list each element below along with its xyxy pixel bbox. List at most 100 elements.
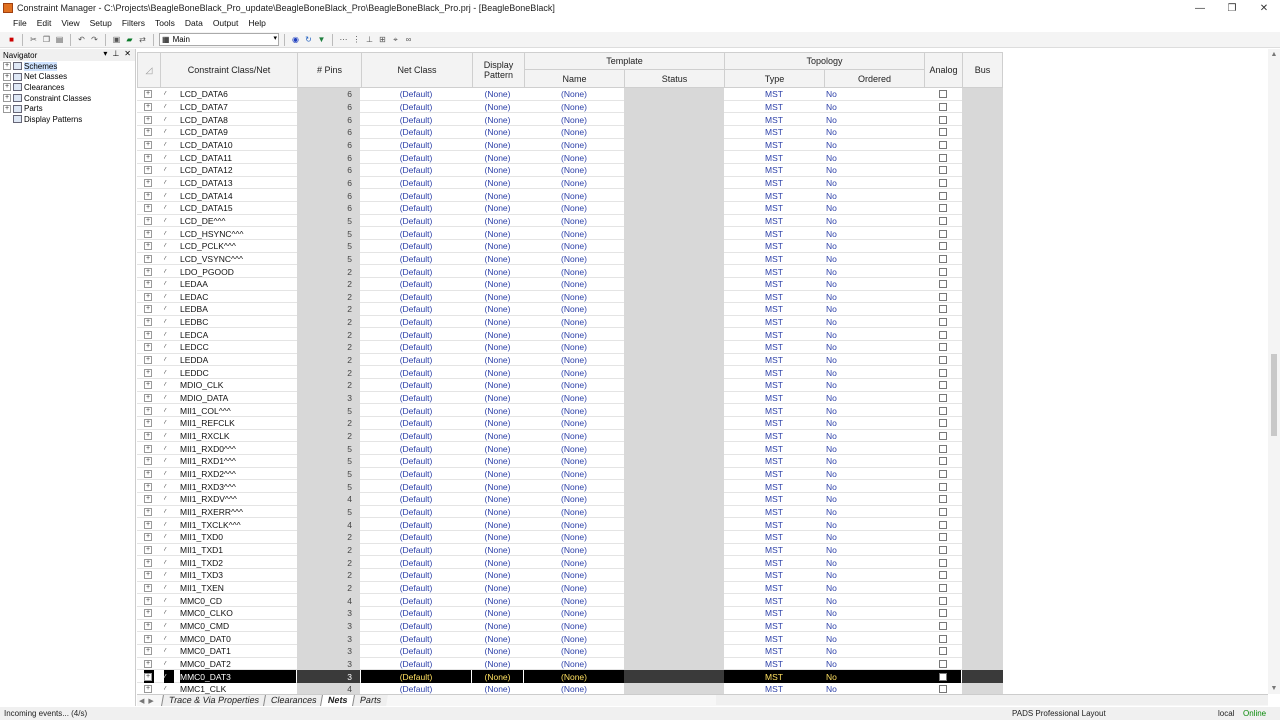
table-row[interactable]: + ⁄ MMC0_DAT2 3 (Default) (None) (None) MST No [137,657,1003,671]
template-name-cell[interactable]: (None) [524,658,624,671]
analog-checkbox[interactable] [938,558,947,567]
topology-ordered-cell[interactable]: No [824,430,924,443]
template-name-cell[interactable]: (None) [524,189,624,202]
analog-checkbox[interactable] [938,115,947,124]
analog-checkbox[interactable] [938,419,947,428]
net-name-cell[interactable]: MII1_RXCLK [180,430,296,443]
template-name-cell[interactable]: (None) [524,303,624,316]
display-pattern-cell[interactable]: (None) [472,291,523,304]
analog-cell[interactable] [924,480,961,493]
expand-row-cell[interactable]: + [144,164,154,177]
tree-icon[interactable]: ⊞ [377,34,388,45]
vertical-scrollbar[interactable]: ▲ ▼ [1268,49,1280,694]
expand-icon[interactable]: + [144,533,152,542]
paste-icon[interactable]: ▤ [54,34,65,45]
analog-cell[interactable] [924,683,961,694]
expand-icon[interactable]: + [144,470,152,479]
topology-ordered-cell[interactable]: No [824,645,924,658]
template-name-cell[interactable]: (None) [524,215,624,228]
topology-ordered-cell[interactable]: No [824,480,924,493]
table-row[interactable]: + ⁄ LEDBA 2 (Default) (None) (None) MST No [137,303,1003,316]
analog-cell[interactable] [924,253,961,266]
analog-cell[interactable] [924,468,961,481]
horizontal-scrollbar[interactable] [716,695,1268,705]
chevron-down-icon[interactable]: ▾ [103,49,107,58]
analog-checkbox[interactable] [938,318,947,327]
net-class-cell[interactable]: (Default) [361,189,471,202]
analog-cell[interactable] [924,658,961,671]
template-name-cell[interactable]: (None) [524,632,624,645]
expand-row-cell[interactable]: + [144,366,154,379]
analog-cell[interactable] [924,101,961,114]
net-name-cell[interactable]: MII1_TXCLK^^^ [180,518,296,531]
table-row[interactable]: + ⁄ MII1_TXD1 2 (Default) (None) (None) MST No [137,543,1003,557]
display-pattern-cell[interactable]: (None) [472,455,523,468]
table-row[interactable]: + ⁄ MII1_TXCLK^^^ 4 (Default) (None) (None) MST… [137,518,1003,531]
table-row[interactable]: + ⁄ MII1_TXD3 2 (Default) (None) (None) MST No [137,568,1003,582]
net-name-cell[interactable]: LEDAC [180,291,296,304]
expand-icon[interactable]: + [144,153,152,162]
expand-icon[interactable]: + [144,267,152,276]
topology-type-cell[interactable]: MST [724,291,824,304]
analog-cell[interactable] [924,455,961,468]
net-class-cell[interactable]: (Default) [361,177,471,190]
net-name-cell[interactable]: MMC0_CMD [180,620,296,633]
display-pattern-cell[interactable]: (None) [472,518,523,531]
navigator-item-net-classes[interactable]: + Net Classes [0,72,135,83]
template-name-cell[interactable]: (None) [524,227,624,240]
analog-checkbox[interactable] [938,444,947,453]
tab-scroll-right-icon[interactable]: ▶ [146,697,155,705]
topology-type-cell[interactable]: MST [724,240,824,253]
expand-icon[interactable]: + [3,62,11,71]
analog-checkbox[interactable] [938,495,947,504]
display-pattern-cell[interactable]: (None) [472,404,523,417]
expand-icon[interactable]: + [144,520,152,529]
display-pattern-cell[interactable]: (None) [472,227,523,240]
column-header-topology-type[interactable]: Type [724,69,825,88]
navigator-item-constraint-classes[interactable]: + Constraint Classes [0,93,135,104]
topology-type-cell[interactable]: MST [724,354,824,367]
topology-ordered-cell[interactable]: No [824,227,924,240]
template-name-cell[interactable]: (None) [524,392,624,405]
display-pattern-cell[interactable]: (None) [472,468,523,481]
display-pattern-cell[interactable]: (None) [472,328,523,341]
net-class-cell[interactable]: (Default) [361,392,471,405]
expand-row-cell[interactable]: + [144,493,154,506]
template-name-cell[interactable]: (None) [524,544,624,557]
topology-type-cell[interactable]: MST [724,417,824,430]
net-name-cell[interactable]: LEDDC [180,366,296,379]
template-name-cell[interactable]: (None) [524,594,624,607]
display-pattern-cell[interactable]: (None) [472,139,523,152]
expand-row-cell[interactable]: + [144,506,154,519]
expand-icon[interactable]: + [144,545,152,554]
tab-clearances[interactable]: Clearances [262,695,324,706]
table-row[interactable]: + ⁄ MDIO_DATA 3 (Default) (None) (None) MST No [137,391,1003,405]
table-row[interactable]: + ⁄ LCD_DATA9 6 (Default) (None) (None) MST No [137,125,1003,139]
expand-icon[interactable]: + [3,83,11,92]
expand-icon[interactable]: + [144,583,152,592]
net-class-cell[interactable]: (Default) [361,164,471,177]
net-class-cell[interactable]: (Default) [361,607,471,620]
expand-row-cell[interactable]: + [144,430,154,443]
table-row[interactable]: + ⁄ LEDDA 2 (Default) (None) (None) MST No [137,353,1003,367]
template-name-cell[interactable]: (None) [524,328,624,341]
net-name-cell[interactable]: LCD_DATA12 [180,164,296,177]
analog-cell[interactable] [924,328,961,341]
expand-row-cell[interactable]: + [144,101,154,114]
table-row[interactable]: + ⁄ LEDCC 2 (Default) (None) (None) MST No [137,341,1003,354]
expand-row-cell[interactable]: + [144,569,154,582]
expand-icon[interactable]: + [144,457,152,466]
expand-row-cell[interactable]: + [144,240,154,253]
net-name-cell[interactable]: MMC0_DAT2 [180,658,296,671]
topology-ordered-cell[interactable]: No [824,291,924,304]
menu-file[interactable]: File [8,18,32,28]
analog-checkbox[interactable] [938,330,947,339]
template-name-cell[interactable]: (None) [524,442,624,455]
table-row[interactable]: + ⁄ MII1_RXD0^^^ 5 (Default) (None) (None) MST N… [137,442,1003,456]
net-name-cell[interactable]: LCD_DATA11 [180,151,296,164]
analog-checkbox[interactable] [938,634,947,643]
align-icon[interactable]: ⊥ [364,34,375,45]
table-row[interactable]: + ⁄ LDO_PGOOD 2 (Default) (None) (None) MST No [137,265,1003,278]
net-class-cell[interactable]: (Default) [361,480,471,493]
expand-row-cell[interactable]: + [144,202,154,215]
